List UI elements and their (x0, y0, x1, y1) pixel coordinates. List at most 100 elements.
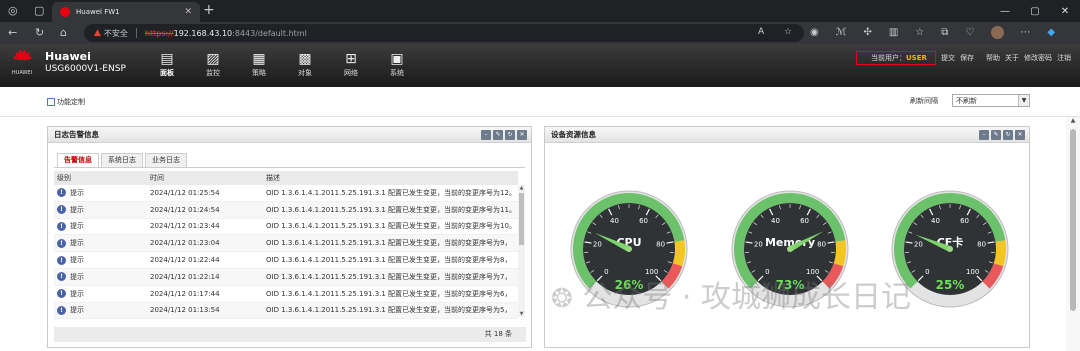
table-row[interactable]: ! 提示 2024/1/12 01:22:14 OID 1.3.6.1.4.1.201… (54, 268, 518, 286)
more-menu-icon[interactable]: ⋯ (1020, 27, 1030, 38)
level-cell: ! 提示 (54, 235, 150, 251)
desc-cell: OID 1.3.6.1.4.1.2011.5.25.191.3.1 配置已发生变… (266, 222, 516, 231)
gauge-tick-label: 60 (800, 217, 809, 225)
watermark: ❂ 公众号 · 攻城狮成长日记 (551, 272, 911, 316)
close-tab-icon[interactable]: ✕ (184, 7, 192, 17)
chevron-down-icon: ▼ (1018, 95, 1029, 106)
refresh-interval: 刷新间隔 不刷新 ▼ (910, 94, 1030, 107)
submit-link[interactable]: 提交 (941, 53, 955, 63)
split-screen-icon[interactable]: ▥ (889, 27, 898, 38)
time-cell: 2024/1/12 01:23:44 (150, 222, 220, 231)
log-scrollbar[interactable]: ▲ ▼ (518, 185, 525, 317)
table-row[interactable]: ! 提示 2024/1/12 01:22:44 OID 1.3.6.1.4.1.201… (54, 252, 518, 269)
time-cell: 2024/1/12 01:24:54 (150, 205, 220, 214)
tab-system-log[interactable]: 系统日志 (101, 153, 143, 167)
nav-label: 监控 (206, 69, 220, 77)
table-row[interactable]: ! 提示 2024/1/12 01:24:54 OID 1.3.6.1.4.1.201… (54, 201, 518, 219)
close-panel-icon[interactable]: ✕ (517, 130, 527, 140)
read-aloud-icon[interactable]: A (758, 27, 764, 37)
edit-panel-icon[interactable]: ✎ (493, 130, 503, 140)
panel-title: 设备资源信息 (551, 130, 596, 139)
panel-title: 日志告警信息 (54, 130, 99, 139)
refresh-panel-icon[interactable]: ↻ (1003, 130, 1013, 140)
minimize-panel-icon[interactable]: – (481, 130, 491, 140)
browser-tab[interactable]: Huawei FW1 ✕ (52, 2, 200, 22)
collections-icon[interactable]: ⧉ (941, 27, 948, 38)
table-row[interactable]: ! 提示 2024/1/12 01:13:54 OID 1.3.6.1.4.1.201… (54, 302, 518, 320)
minimize-panel-icon[interactable]: – (979, 130, 989, 140)
table-row[interactable]: ! 提示 2024/1/12 01:23:04 OID 1.3.6.1.4.1.201… (54, 235, 518, 253)
scroll-thumb[interactable] (519, 193, 524, 245)
nav-item-dashboard[interactable]: ▤ 面板 (144, 51, 190, 79)
nav-item-monitor[interactable]: ▨ 监控 (190, 51, 236, 79)
gauge-tick-label: 20 (593, 240, 602, 248)
scroll-down-icon[interactable]: ▼ (518, 311, 525, 317)
close-panel-icon[interactable]: ✕ (1015, 130, 1025, 140)
gauge-tick-label: 60 (960, 217, 969, 225)
page-scroll-up-icon[interactable]: ▲ (1066, 117, 1080, 124)
save-link[interactable]: 保存 (960, 53, 974, 63)
table-row[interactable]: ! 提示 2024/1/12 01:23:44 OID 1.3.6.1.4.1.201… (54, 219, 518, 236)
url-field[interactable]: ▲ 不安全 https:// 192.168.43.10 :8443/defau… (84, 24, 804, 42)
customize-icon (47, 98, 55, 106)
col-time[interactable]: 时间 (150, 171, 266, 185)
copilot-icon[interactable]: ◆ (1047, 27, 1055, 38)
gauge-tick-label: 100 (966, 268, 979, 276)
level-cell: ! 提示 (54, 303, 150, 319)
nav-label: 网络 (344, 69, 358, 77)
level-text: 提示 (70, 239, 84, 248)
nav-item-object[interactable]: ▩ 对象 (282, 51, 328, 79)
edit-panel-icon[interactable]: ✎ (991, 130, 1001, 140)
gauge-tick-label: 80 (656, 240, 665, 248)
log-tabs: 告警信息 系统日志 业务日志 (57, 153, 189, 167)
nav-item-network[interactable]: ⊞ 网络 (328, 51, 374, 79)
time-cell: 2024/1/12 01:23:04 (150, 239, 220, 248)
table-row[interactable]: ! 提示 2024/1/12 01:25:54 OID 1.3.6.1.4.1.201… (54, 185, 518, 202)
page-scroll-thumb[interactable] (1070, 129, 1076, 311)
watermark-text: 公众号 · 攻城狮成长日记 (582, 280, 911, 315)
level-text: 提示 (70, 306, 84, 315)
extension-script-icon[interactable]: ℳ (836, 27, 847, 38)
level-text: 提示 (70, 205, 84, 214)
level-text: 提示 (70, 256, 84, 265)
logout-link[interactable]: 注销 (1057, 53, 1071, 63)
back-icon[interactable]: ← (8, 26, 17, 39)
desc-cell: OID 1.3.6.1.4.1.2011.5.25.191.3.1 配置已发生变… (266, 188, 516, 197)
refresh-interval-select[interactable]: 不刷新 ▼ (952, 94, 1030, 107)
app-header: HUAWEI Huawei USG6000V1-ENSP ▤ 面板 ▨ 监控 ▦… (0, 44, 1080, 87)
about-link[interactable]: 关于 (1005, 53, 1019, 63)
customize-button[interactable]: 功能定制 (47, 97, 85, 107)
favorite-star-icon[interactable]: ☆ (784, 27, 792, 37)
close-window-icon[interactable]: ✕ (1050, 6, 1080, 17)
extensions-icon[interactable]: ✣ (863, 27, 871, 38)
scroll-up-icon[interactable]: ▲ (518, 185, 525, 191)
profile-icon[interactable]: ◎ (8, 4, 18, 18)
favorites-icon[interactable]: ☆ (915, 27, 924, 38)
maximize-icon[interactable]: ▢ (1020, 6, 1050, 17)
tab-service-log[interactable]: 业务日志 (145, 153, 187, 167)
home-icon[interactable]: ⌂ (60, 26, 67, 39)
workspaces-icon[interactable]: ▢ (34, 4, 44, 18)
nav-item-policy[interactable]: ▦ 策略 (236, 51, 282, 79)
col-desc[interactable]: 描述 (266, 171, 518, 185)
info-icon: ! (57, 221, 66, 231)
security-label[interactable]: 不安全 (104, 28, 128, 39)
nav-item-system[interactable]: ▣ 系统 (374, 51, 420, 79)
extension-color-icon[interactable]: ◉ (810, 27, 819, 38)
panel-buttons: – ✎ ↻ ✕ (479, 130, 527, 140)
page-scrollbar[interactable]: ▲ (1066, 117, 1080, 351)
refresh-icon[interactable]: ↻ (35, 26, 44, 39)
refresh-panel-icon[interactable]: ↻ (505, 130, 515, 140)
change-password-link[interactable]: 修改密码 (1024, 53, 1052, 63)
dashboard-icon: ▤ (160, 51, 174, 67)
profile-avatar[interactable] (991, 26, 1005, 39)
huawei-logo-text: HUAWEI (11, 70, 33, 76)
huawei-petals-icon (13, 49, 32, 66)
tab-alarm[interactable]: 告警信息 (57, 153, 99, 167)
browser-essentials-icon[interactable]: ♡ (965, 27, 974, 38)
table-row[interactable]: ! 提示 2024/1/12 01:17:44 OID 1.3.6.1.4.1.201… (54, 286, 518, 303)
help-link[interactable]: 帮助 (986, 53, 1000, 63)
new-tab-icon[interactable]: + (203, 2, 215, 18)
col-level[interactable]: 级别 (54, 171, 150, 185)
minimize-icon[interactable]: — (990, 6, 1020, 17)
